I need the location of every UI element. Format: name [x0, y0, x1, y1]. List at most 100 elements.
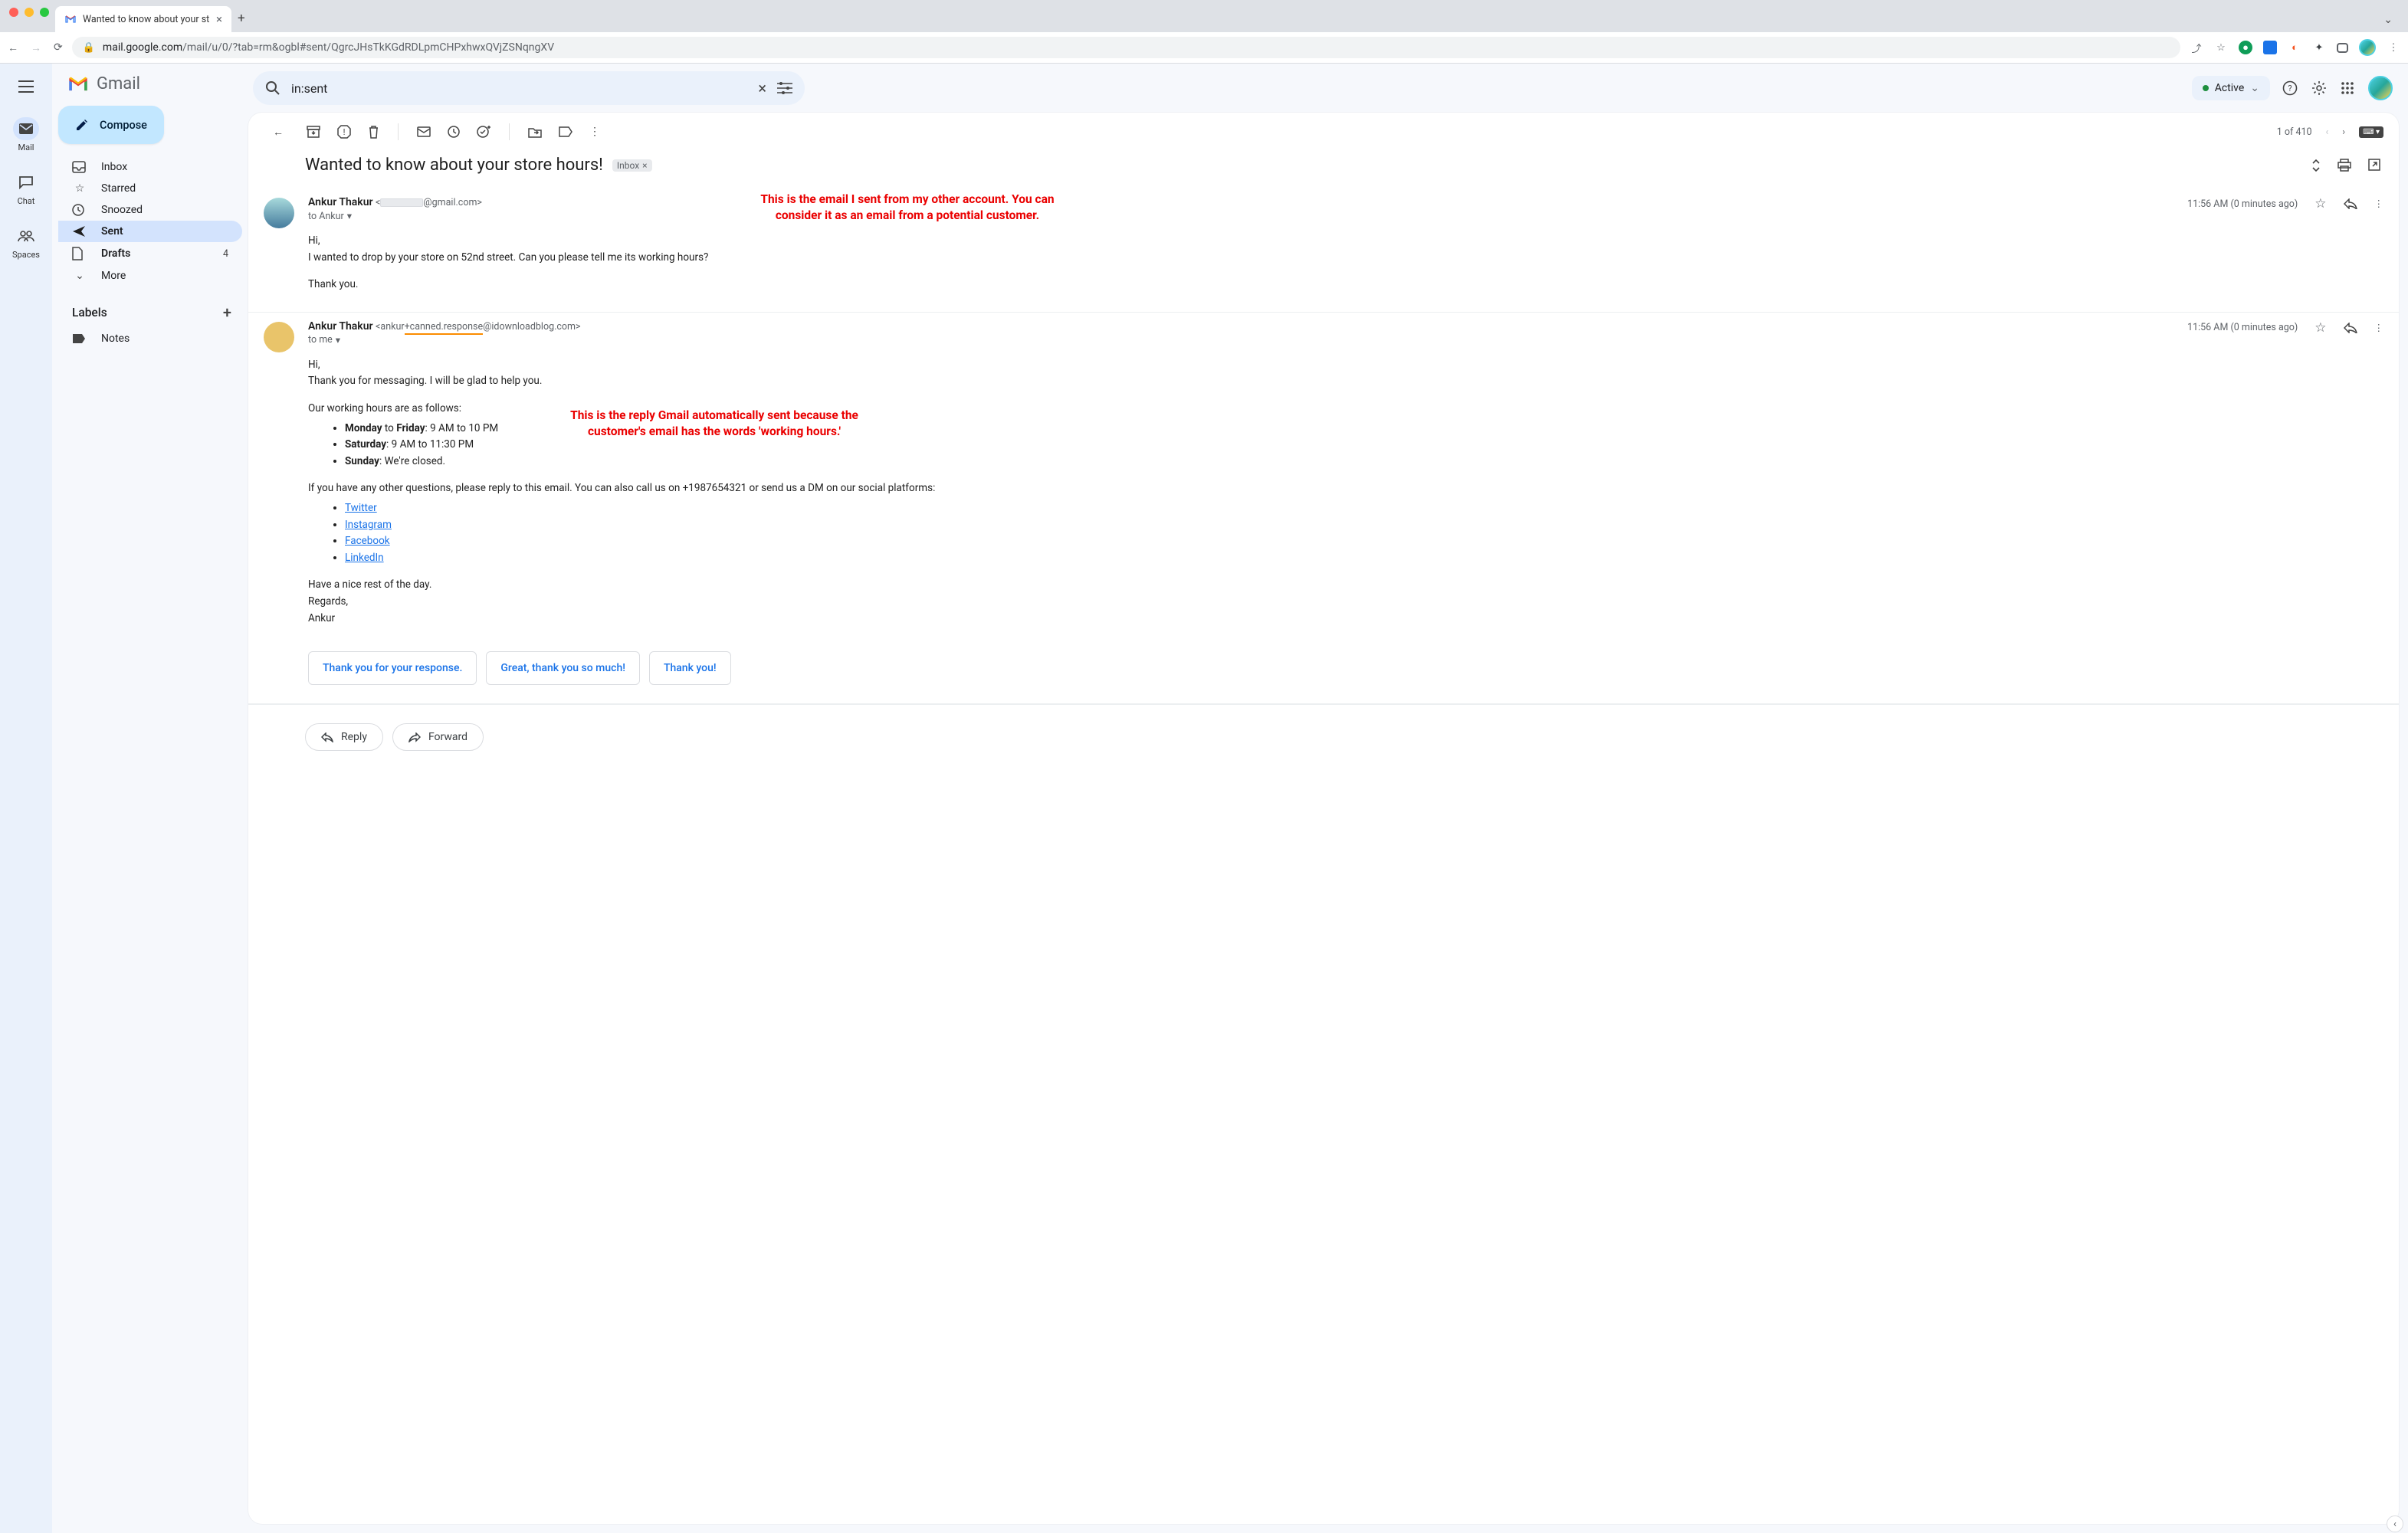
inbox-label-chip[interactable]: Inbox ×: [612, 159, 652, 172]
search-bar[interactable]: ×: [253, 71, 805, 105]
rail-chat-label: Chat: [18, 196, 35, 206]
status-chip[interactable]: Active ⌄: [2192, 76, 2270, 100]
social-instagram-link[interactable]: Instagram: [345, 519, 392, 531]
browser-menu-icon[interactable]: ⋮: [2387, 41, 2400, 54]
recipient-line[interactable]: to Ankur ▾: [308, 210, 482, 222]
spam-icon[interactable]: !: [337, 125, 351, 139]
archive-icon[interactable]: [307, 126, 320, 138]
clock-icon: [72, 204, 87, 216]
main-menu-icon[interactable]: [11, 73, 41, 100]
sender-name: Ankur Thakur: [308, 320, 373, 333]
profile-avatar-icon[interactable]: [2359, 39, 2376, 56]
print-icon[interactable]: [2337, 159, 2351, 172]
recipient-line[interactable]: to me ▾: [308, 334, 581, 346]
social-linkedin-link[interactable]: LinkedIn: [345, 552, 384, 564]
nav-more[interactable]: ⌄More: [58, 265, 242, 287]
nav-reload-icon[interactable]: ⟳: [54, 41, 63, 54]
search-options-icon[interactable]: [777, 82, 792, 94]
rail-mail[interactable]: Mail: [5, 110, 48, 160]
nav-starred[interactable]: ☆Starred: [58, 178, 242, 199]
browser-tab[interactable]: Wanted to know about your st ×: [55, 6, 231, 32]
smart-reply-1[interactable]: Thank you for your response.: [308, 651, 477, 685]
open-new-window-icon[interactable]: [2368, 159, 2380, 172]
apps-icon[interactable]: [2341, 81, 2354, 95]
status-label: Active: [2215, 82, 2245, 94]
nav-inbox[interactable]: Inbox: [58, 156, 242, 178]
smart-reply-2[interactable]: Great, thank you so much!: [486, 651, 640, 685]
gmail-logo-text: Gmail: [97, 74, 140, 93]
window-maximize-icon[interactable]: [40, 8, 49, 17]
message-more-icon[interactable]: ⋮: [2374, 198, 2384, 210]
extension-1-icon[interactable]: ●: [2239, 41, 2252, 54]
window-minimize-icon[interactable]: [25, 8, 34, 17]
redacted-email-icon: [380, 198, 423, 207]
label-notes[interactable]: Notes: [58, 328, 242, 349]
sender-avatar: [264, 198, 294, 228]
add-label-button[interactable]: +: [223, 303, 231, 322]
labels-icon[interactable]: [559, 126, 572, 137]
reply-icon[interactable]: [2344, 323, 2357, 333]
input-tool-icon[interactable]: ⌨ ▾: [2359, 126, 2383, 138]
rail-mail-label: Mail: [18, 143, 34, 152]
nav-drafts[interactable]: Drafts4: [58, 242, 242, 265]
share-icon[interactable]: ⤴: [2190, 41, 2203, 54]
chip-remove-icon[interactable]: ×: [642, 160, 647, 171]
back-to-list-icon[interactable]: ←: [264, 126, 293, 139]
annotation-text: This is the reply Gmail automatically se…: [530, 408, 898, 440]
star-message-icon[interactable]: ☆: [2315, 196, 2326, 211]
spaces-icon: [18, 230, 34, 242]
email-subject: Wanted to know about your store hours!: [305, 156, 603, 175]
settings-icon[interactable]: [2311, 80, 2327, 96]
more-actions-icon[interactable]: ⋮: [589, 126, 600, 138]
sender-email: <ankur+canned.response@idownloadblog.com…: [376, 321, 581, 335]
account-avatar[interactable]: [2368, 76, 2393, 100]
expand-all-icon[interactable]: [2311, 159, 2321, 172]
nav-back-icon[interactable]: ←: [8, 41, 18, 54]
chat-icon: [18, 175, 34, 189]
bookmark-icon[interactable]: ☆: [2214, 41, 2228, 54]
add-task-icon[interactable]: [477, 125, 490, 139]
smart-reply-3[interactable]: Thank you!: [649, 651, 731, 685]
side-panel-toggle-icon[interactable]: ‹: [2387, 1515, 2403, 1532]
extensions-puzzle-icon[interactable]: ✦: [2312, 41, 2326, 54]
url-bar[interactable]: 🔒 mail.google.com/mail/u/0/?tab=rm&ogbl#…: [72, 37, 2180, 58]
delete-icon[interactable]: [368, 125, 379, 139]
url-text: mail.google.com/mail/u/0/?tab=rm&ogbl#se…: [103, 41, 554, 54]
sender-avatar: [264, 322, 294, 352]
compose-button[interactable]: Compose: [58, 106, 164, 144]
star-icon: ☆: [72, 182, 87, 195]
support-icon[interactable]: ?: [2282, 80, 2298, 96]
gmail-logo-icon: [67, 76, 89, 93]
side-panel-icon[interactable]: [2337, 43, 2348, 53]
next-page-icon[interactable]: ›: [2342, 126, 2345, 138]
message-more-icon[interactable]: ⋮: [2374, 322, 2384, 334]
tab-close-icon[interactable]: ×: [216, 12, 222, 26]
social-twitter-link[interactable]: Twitter: [345, 502, 377, 514]
nav-snoozed[interactable]: Snoozed: [58, 199, 242, 221]
annotation-text: This is the email I sent from my other a…: [723, 192, 1091, 224]
rail-spaces[interactable]: Spaces: [5, 217, 48, 267]
search-input[interactable]: [291, 81, 747, 96]
drafts-icon: [72, 247, 87, 260]
prev-page-icon[interactable]: ‹: [2326, 126, 2329, 138]
rail-chat[interactable]: Chat: [5, 163, 48, 214]
snooze-icon[interactable]: [448, 126, 460, 138]
reply-icon[interactable]: [2344, 198, 2357, 209]
social-facebook-link[interactable]: Facebook: [345, 535, 390, 547]
forward-button[interactable]: Forward: [392, 723, 484, 751]
dropdown-icon: ▾: [336, 334, 340, 346]
new-tab-button[interactable]: +: [231, 5, 251, 32]
extension-3-icon[interactable]: ◐: [2288, 41, 2301, 54]
chevron-down-icon: ⌄: [2250, 82, 2259, 94]
mark-unread-icon[interactable]: [417, 126, 431, 137]
search-clear-icon[interactable]: ×: [758, 79, 766, 97]
move-to-icon[interactable]: [528, 126, 542, 138]
forward-arrow-icon: [408, 732, 421, 742]
tab-overflow-icon[interactable]: ⌄: [2374, 8, 2402, 32]
reply-button[interactable]: Reply: [305, 723, 383, 751]
status-dot-icon: [2203, 85, 2209, 91]
star-message-icon[interactable]: ☆: [2315, 320, 2326, 336]
nav-sent[interactable]: Sent: [58, 221, 242, 242]
extension-2-icon[interactable]: [2263, 41, 2277, 54]
window-close-icon[interactable]: [9, 8, 18, 17]
